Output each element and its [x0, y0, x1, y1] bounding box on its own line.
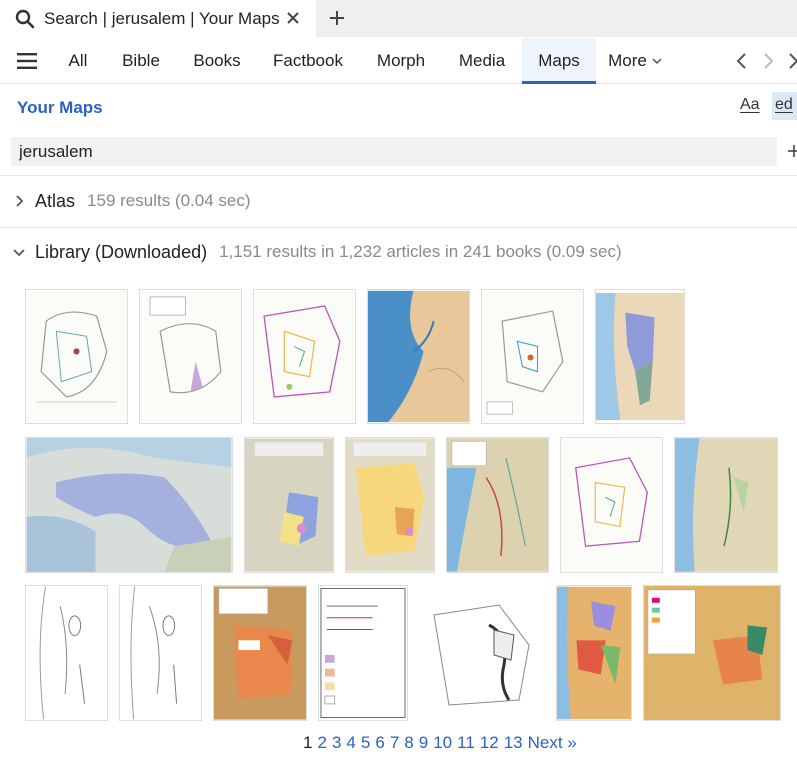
page-current: 1 — [303, 733, 313, 752]
chevron-left-icon[interactable] — [734, 52, 750, 70]
map-image — [319, 586, 407, 720]
page-link[interactable]: 7 — [390, 733, 399, 753]
chevron-right-icon — [16, 195, 24, 207]
atlas-section-header[interactable]: Atlas 159 results (0.04 sec) — [0, 188, 251, 214]
library-section-meta: 1,151 results in 1,232 articles in 241 b… — [219, 242, 622, 261]
library-section-header[interactable]: Library (Downloaded) 1,151 results in 1,… — [0, 239, 622, 265]
map-thumbnail[interactable] — [119, 585, 202, 721]
map-image — [26, 438, 232, 572]
tab-media[interactable]: Media — [448, 38, 516, 84]
tab-title: Search | jerusalem | Your Maps — [44, 8, 280, 28]
hamburger-menu-icon[interactable] — [17, 52, 37, 70]
page-link[interactable]: 2 — [317, 733, 326, 753]
map-thumbnail[interactable] — [674, 437, 778, 573]
page-link[interactable]: 12 — [480, 733, 499, 753]
map-image — [346, 438, 434, 572]
search-icon — [15, 9, 35, 28]
map-thumbnail[interactable] — [253, 289, 356, 424]
map-thumbnail[interactable] — [25, 437, 233, 573]
tab-maps[interactable]: Maps — [522, 38, 596, 84]
map-thumbnail[interactable] — [244, 437, 334, 573]
edit-button[interactable]: ed — [772, 92, 797, 120]
plus-icon — [330, 11, 344, 25]
chevron-down-icon — [652, 58, 662, 65]
tab-more[interactable]: More — [602, 38, 668, 84]
tab-bar: Search | jerusalem | Your Maps — [0, 0, 797, 37]
tab-morph[interactable]: Morph — [366, 38, 436, 84]
add-search-icon[interactable] — [787, 141, 797, 161]
text-options-button[interactable]: Aa — [740, 96, 760, 114]
pagination: 1 2 3 4 5 6 7 8 9 10 11 12 13 Next » — [303, 733, 577, 753]
page-link[interactable]: 8 — [404, 733, 413, 753]
atlas-section-meta: 159 results (0.04 sec) — [87, 191, 251, 210]
search-type-nav: All Bible Books Factbook Morph Media Map… — [0, 38, 797, 84]
tab-media-label: Media — [458, 51, 506, 70]
tab-bible[interactable]: Bible — [110, 38, 172, 84]
atlas-section-name: Atlas — [35, 190, 76, 211]
close-tab-button[interactable] — [281, 6, 305, 30]
tab-more-label: More — [608, 51, 647, 70]
map-thumbnail[interactable] — [595, 289, 685, 424]
tab-maps-label: Maps — [538, 51, 580, 70]
library-section-name: Library (Downloaded) — [35, 241, 208, 262]
map-image — [644, 586, 780, 720]
page-link[interactable]: 10 — [433, 733, 452, 753]
tab-factbook[interactable]: Factbook — [262, 38, 354, 84]
map-thumbnail[interactable] — [560, 437, 663, 573]
map-image — [140, 290, 241, 423]
map-image — [557, 586, 631, 720]
divider — [0, 175, 797, 176]
page-link[interactable]: 9 — [419, 733, 428, 753]
map-image — [419, 585, 545, 721]
page-link[interactable]: 6 — [375, 733, 384, 753]
map-thumbnail[interactable] — [139, 289, 242, 424]
map-thumbnail[interactable] — [556, 585, 632, 721]
map-thumbnail[interactable] — [367, 289, 470, 424]
tab-all-label: All — [68, 51, 88, 70]
tab-morph-label: Morph — [376, 51, 426, 70]
tab-factbook-label: Factbook — [273, 51, 343, 70]
map-thumbnail[interactable] — [643, 585, 781, 721]
map-thumbnail[interactable] — [419, 585, 545, 721]
map-image — [675, 438, 777, 572]
map-thumbnail[interactable] — [318, 585, 408, 721]
map-thumbnail[interactable] — [345, 437, 435, 573]
new-tab-button[interactable] — [325, 4, 349, 32]
divider — [0, 227, 797, 228]
map-image — [561, 438, 662, 572]
map-image — [368, 290, 469, 423]
tab-books-label: Books — [193, 51, 241, 70]
tab-all[interactable]: All — [56, 38, 100, 84]
map-image — [245, 438, 333, 572]
map-image — [482, 290, 583, 423]
page-link[interactable]: 3 — [332, 733, 341, 753]
chevron-right-end-icon[interactable] — [786, 52, 797, 70]
map-image — [214, 586, 306, 720]
map-image — [596, 292, 684, 421]
map-image — [254, 290, 355, 423]
close-icon — [287, 12, 299, 24]
map-thumbnail[interactable] — [446, 437, 549, 573]
edit-button-label: ed — [775, 96, 793, 113]
map-thumbnail[interactable] — [25, 289, 128, 424]
chevron-down-icon — [13, 249, 25, 257]
map-image — [26, 586, 107, 720]
next-page-link[interactable]: Next » — [528, 733, 577, 753]
search-tab[interactable]: Search | jerusalem | Your Maps — [0, 0, 316, 37]
chevron-right-icon[interactable] — [760, 52, 776, 70]
page-link[interactable]: 11 — [457, 733, 475, 753]
page-link[interactable]: 5 — [361, 733, 370, 753]
map-image — [26, 290, 127, 423]
page-link[interactable]: 4 — [346, 733, 355, 753]
map-image — [447, 438, 548, 572]
map-thumbnail[interactable] — [213, 585, 307, 721]
page-link[interactable]: 13 — [504, 733, 523, 753]
map-thumbnail[interactable] — [481, 289, 584, 424]
search-input[interactable] — [11, 137, 777, 166]
map-thumbnail[interactable] — [25, 585, 108, 721]
map-image — [120, 586, 201, 720]
panel-title: Your Maps — [17, 98, 103, 117]
tab-bible-label: Bible — [122, 51, 160, 70]
tab-books[interactable]: Books — [182, 38, 252, 84]
